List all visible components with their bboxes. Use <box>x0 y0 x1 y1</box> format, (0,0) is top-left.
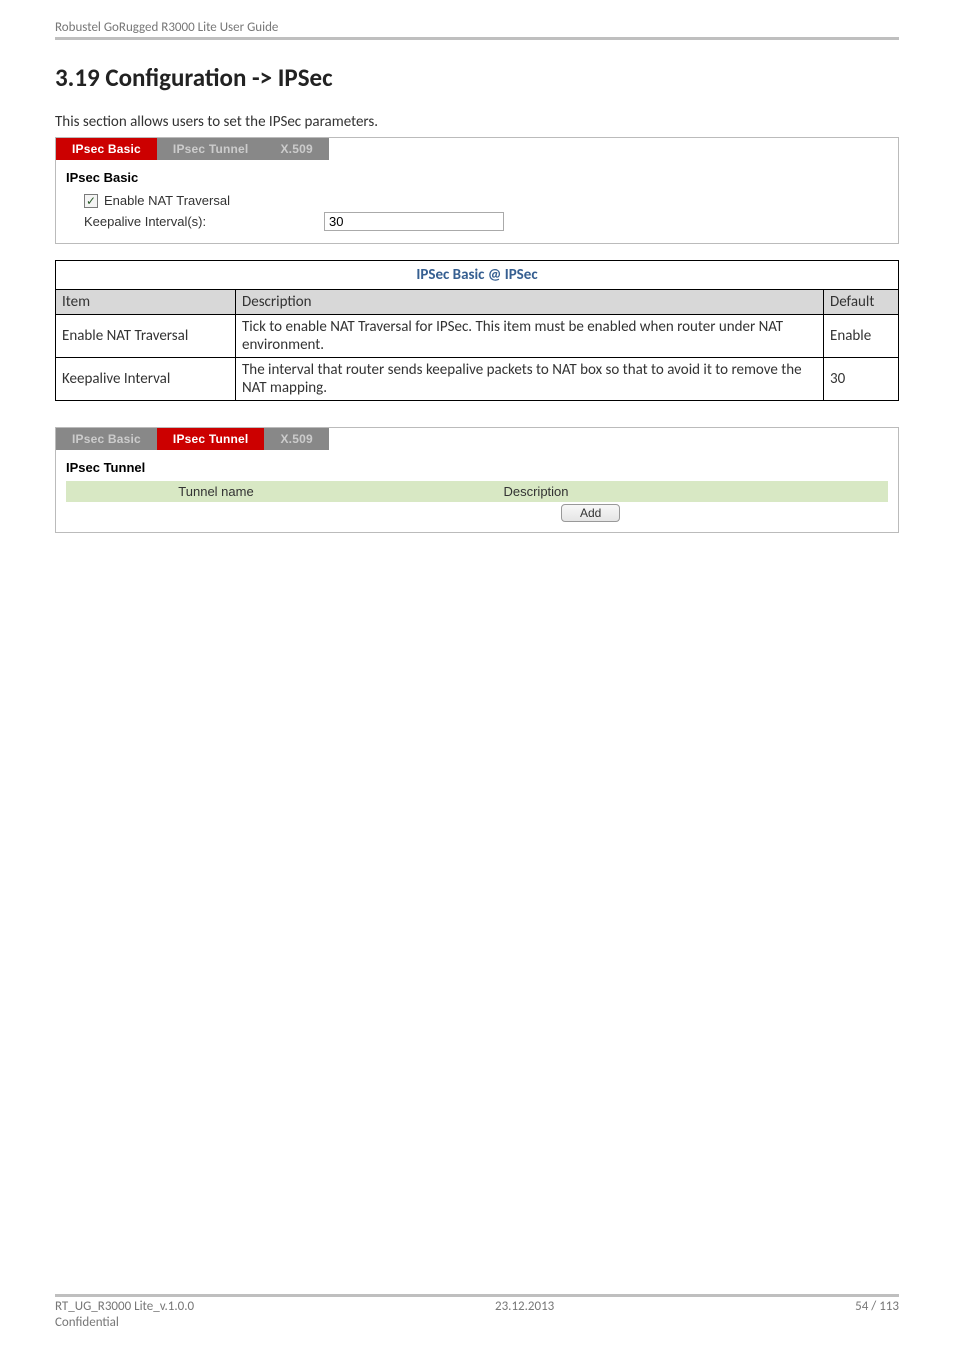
footer-row: RT_UG_R3000 Lite_v.1.0.0 Confidential 23… <box>55 1299 899 1330</box>
enable-nat-label: Enable NAT Traversal <box>104 193 230 208</box>
tab-ipsec-basic[interactable]: IPsec Basic <box>56 138 157 160</box>
list-head-name: Tunnel name <box>66 481 366 502</box>
cell-item: Enable NAT Traversal <box>56 315 236 358</box>
table-row: Enable NAT Traversal Tick to enable NAT … <box>56 315 899 358</box>
page-footer: RT_UG_R3000 Lite_v.1.0.0 Confidential 23… <box>55 1294 899 1330</box>
head-item: Item <box>56 290 236 315</box>
group-header-basic: IPsec Basic <box>66 170 888 185</box>
param-caption-row: IPSec Basic @ IPSec <box>56 261 899 290</box>
section-title: 3.19 Configuration -> IPSec <box>55 62 899 93</box>
tab-x509[interactable]: X.509 <box>264 428 328 450</box>
ipsec-basic-panel: IPsec Basic IPsec Tunnel X.509 IPsec Bas… <box>55 137 899 244</box>
list-head-desc: Description <box>366 481 706 502</box>
row-keepalive: Keepalive Interval(s): <box>66 210 888 233</box>
tab-ipsec-tunnel[interactable]: IPsec Tunnel <box>157 428 265 450</box>
head-desc: Description <box>236 290 824 315</box>
footer-confidential: Confidential <box>55 1315 194 1330</box>
check-icon[interactable]: ✓ <box>84 194 98 208</box>
param-caption: IPSec Basic @ IPSec <box>56 261 899 290</box>
add-button[interactable]: Add <box>561 504 620 522</box>
cell-desc: The interval that router sends keepalive… <box>236 358 824 401</box>
head-default: Default <box>824 290 899 315</box>
table-row: Keepalive Interval The interval that rou… <box>56 358 899 401</box>
ipsec-tunnel-panel: IPsec Basic IPsec Tunnel X.509 IPsec Tun… <box>55 427 899 533</box>
tab-ipsec-basic[interactable]: IPsec Basic <box>56 428 157 450</box>
cell-def: Enable <box>824 315 899 358</box>
keepalive-input[interactable] <box>324 212 504 231</box>
group-header-tunnel: IPsec Tunnel <box>66 460 888 475</box>
footer-rule <box>55 1294 899 1297</box>
header-guide: Robustel GoRugged R3000 Lite User Guide <box>55 20 899 35</box>
enable-nat-label-wrap[interactable]: ✓ Enable NAT Traversal <box>84 193 324 208</box>
header-rule <box>55 37 899 40</box>
tab-ipsec-tunnel[interactable]: IPsec Tunnel <box>157 138 265 160</box>
intro-text: This section allows users to set the IPS… <box>55 113 899 131</box>
tab-x509[interactable]: X.509 <box>264 138 328 160</box>
keepalive-label: Keepalive Interval(s): <box>84 214 324 229</box>
cell-def: 30 <box>824 358 899 401</box>
tunnel-list-header: Tunnel name Description <box>66 481 888 502</box>
tab-row-tunnel: IPsec Basic IPsec Tunnel X.509 <box>56 428 898 450</box>
footer-left: RT_UG_R3000 Lite_v.1.0.0 Confidential <box>55 1299 194 1330</box>
footer-doc: RT_UG_R3000 Lite_v.1.0.0 <box>55 1299 194 1314</box>
param-table: IPSec Basic @ IPSec Item Description Def… <box>55 260 899 401</box>
tab-row-basic: IPsec Basic IPsec Tunnel X.509 <box>56 138 898 160</box>
panel1-content: IPsec Basic ✓ Enable NAT Traversal Keepa… <box>56 160 898 243</box>
add-row: Add <box>66 502 888 530</box>
cell-item: Keepalive Interval <box>56 358 236 401</box>
cell-desc: Tick to enable NAT Traversal for IPSec. … <box>236 315 824 358</box>
footer-page: 54 / 113 <box>855 1299 899 1330</box>
footer-date: 23.12.2013 <box>495 1299 554 1330</box>
param-head-row: Item Description Default <box>56 290 899 315</box>
row-enable-nat: ✓ Enable NAT Traversal <box>66 191 888 210</box>
keepalive-label-text: Keepalive Interval(s): <box>84 214 206 229</box>
page-header: Robustel GoRugged R3000 Lite User Guide <box>55 20 899 40</box>
panel2-content: IPsec Tunnel Tunnel name Description Add <box>56 450 898 532</box>
